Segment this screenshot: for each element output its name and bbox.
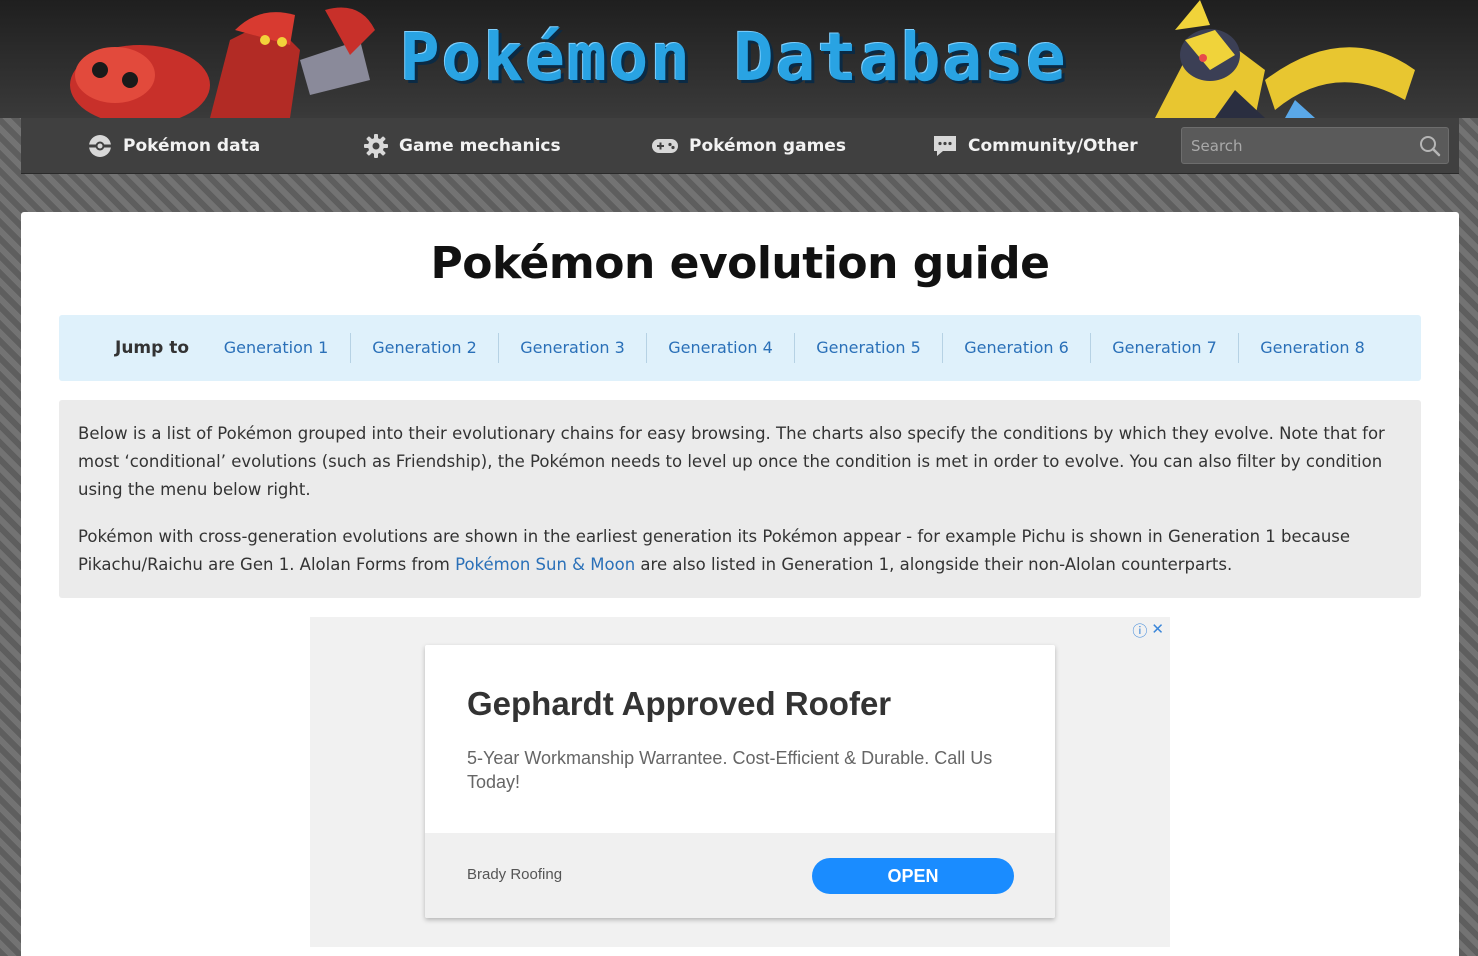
chat-bubble-icon bbox=[934, 136, 956, 156]
scizor-artwork bbox=[70, 7, 375, 118]
main-content: Pokémon evolution guide Jump to Generati… bbox=[21, 212, 1459, 956]
nav-pokemon-data[interactable]: Pokémon data bbox=[87, 118, 260, 174]
main-nav: Pokémon data Game mechanics Pokémon game… bbox=[21, 118, 1459, 174]
ad-advertiser: Brady Roofing bbox=[467, 866, 563, 883]
sun-moon-link[interactable]: Pokémon Sun & Moon bbox=[455, 555, 635, 574]
intro-paragraph-2: Pokémon with cross-generation evolutions… bbox=[78, 523, 1402, 579]
ad-headline[interactable]: Gephardt Approved Roofer bbox=[467, 685, 891, 723]
search-box bbox=[1181, 127, 1449, 164]
intro-text: are also listed in Generation 1, alongsi… bbox=[635, 555, 1233, 574]
generation-links: Generation 1 Generation 2 Generation 3 G… bbox=[202, 333, 1386, 363]
jump-to-label: Jump to bbox=[115, 338, 190, 358]
generation-3-link[interactable]: Generation 3 bbox=[498, 333, 646, 363]
gear-icon bbox=[364, 134, 388, 158]
ad-close-icon[interactable]: ✕ bbox=[1151, 620, 1164, 641]
nav-game-mechanics[interactable]: Game mechanics bbox=[363, 118, 561, 174]
ad-description: 5-Year Workmanship Warrantee. Cost-Effic… bbox=[467, 748, 993, 792]
ad-info-icon[interactable]: ⓘ bbox=[1132, 620, 1147, 641]
nav-label: Game mechanics bbox=[399, 136, 561, 156]
generation-4-link[interactable]: Generation 4 bbox=[646, 333, 794, 363]
nav-label: Pokémon games bbox=[689, 136, 846, 156]
nav-pokemon-games[interactable]: Pokémon games bbox=[651, 118, 846, 174]
generation-5-link[interactable]: Generation 5 bbox=[794, 333, 942, 363]
site-logo[interactable]: Pokémon Database bbox=[400, 22, 1100, 94]
zeraora-artwork bbox=[1155, 0, 1415, 118]
generation-6-link[interactable]: Generation 6 bbox=[942, 333, 1090, 363]
ad-open-button[interactable]: OPEN bbox=[812, 858, 1014, 894]
ad-footer: Brady Roofing OPEN bbox=[425, 833, 1055, 918]
jump-to-bar: Jump to Generation 1 Generation 2 Genera… bbox=[59, 315, 1421, 381]
generation-8-link[interactable]: Generation 8 bbox=[1238, 333, 1386, 363]
intro-paragraph-1: Below is a list of Pokémon grouped into … bbox=[78, 424, 1385, 499]
advertisement: ⓘ ✕ Gephardt Approved Roofer 5-Year Work… bbox=[310, 617, 1170, 947]
ad-card[interactable]: Gephardt Approved Roofer 5-Year Workmans… bbox=[425, 645, 1055, 918]
nav-community-other[interactable]: Community/Other bbox=[932, 118, 1138, 174]
intro-panel: Below is a list of Pokémon grouped into … bbox=[59, 400, 1421, 598]
nav-label: Pokémon data bbox=[123, 136, 261, 156]
pokeball-icon bbox=[89, 135, 111, 157]
site-header: Pokémon Database bbox=[0, 0, 1478, 118]
generation-2-link[interactable]: Generation 2 bbox=[350, 333, 498, 363]
search-icon[interactable] bbox=[1418, 134, 1442, 158]
ad-controls: ⓘ ✕ bbox=[1132, 620, 1164, 641]
page-title: Pokémon evolution guide bbox=[430, 238, 1050, 289]
generation-1-link[interactable]: Generation 1 bbox=[202, 333, 350, 363]
generation-7-link[interactable]: Generation 7 bbox=[1090, 333, 1238, 363]
search-input[interactable] bbox=[1182, 128, 1412, 163]
nav-label: Community/Other bbox=[968, 136, 1138, 156]
gamepad-icon bbox=[652, 139, 678, 153]
